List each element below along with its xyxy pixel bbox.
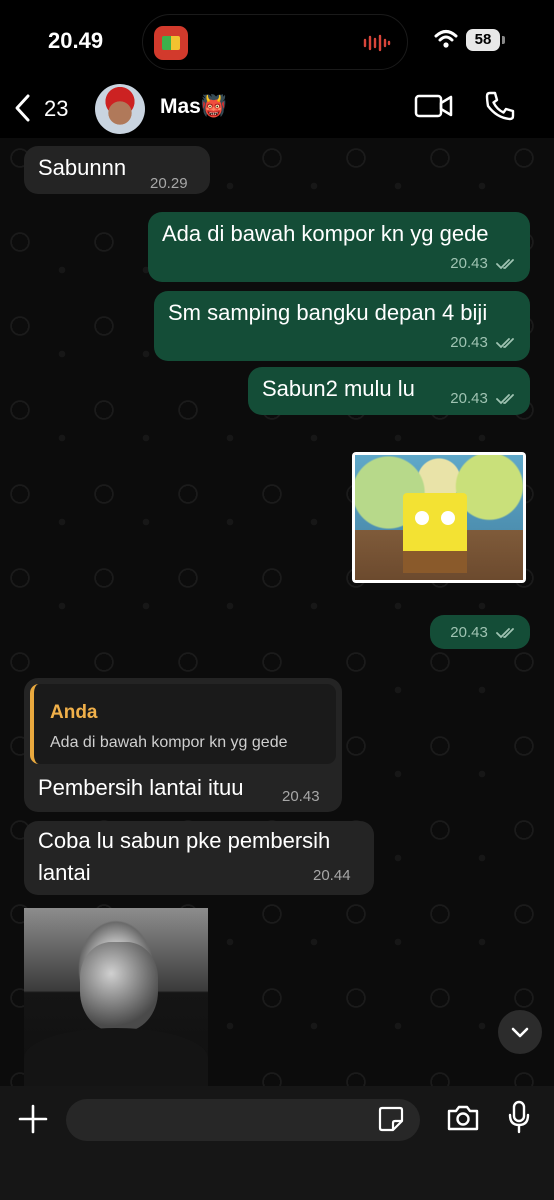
message-outgoing[interactable]: Sm samping bangku depan 4 biji 20.43: [154, 291, 530, 361]
portrait-body: [24, 1028, 208, 1086]
battery-indicator: 58: [466, 29, 500, 51]
portrait-face: [80, 942, 158, 1032]
message-input[interactable]: [66, 1099, 420, 1141]
message-time: 20.29: [150, 175, 188, 192]
chat-area[interactable]: Sabunnn 20.29 Ada di bawah kompor kn yg …: [0, 138, 554, 1086]
reply-text: Ada di bawah kompor kn yg gede: [50, 734, 288, 751]
message-text: Sabun2 mulu lu: [262, 376, 415, 401]
portrait-image-message[interactable]: [24, 908, 208, 1086]
message-time: 20.43: [450, 255, 488, 272]
status-time: 20.49: [48, 28, 104, 53]
chat-header: 23 Mas👹: [0, 82, 554, 138]
message-time: 20.44: [313, 867, 351, 884]
message-outgoing-time-only[interactable]: 20.43: [430, 615, 530, 649]
sticker-image-message[interactable]: [352, 452, 526, 583]
message-time: 20.43: [450, 334, 488, 351]
message-outgoing[interactable]: Sabun2 mulu lu 20.43: [248, 367, 530, 415]
message-text: Ada di bawah kompor kn yg gede: [162, 221, 489, 246]
message-text: Pembersih lantai ituu: [38, 775, 244, 800]
spongebob-figure: [403, 493, 467, 573]
battery-tip: [502, 36, 505, 44]
back-chevron-icon[interactable]: [12, 92, 32, 124]
message-incoming[interactable]: Sabunnn 20.29: [24, 146, 210, 194]
back-unread-count[interactable]: 23: [44, 96, 68, 122]
plus-icon[interactable]: [17, 1103, 49, 1135]
double-check-icon: [496, 259, 514, 270]
status-bar: 20.49 58: [0, 0, 554, 82]
reply-author: Anda: [50, 702, 98, 723]
quoted-reply[interactable]: Anda Ada di bawah kompor kn yg gede: [30, 684, 336, 764]
audio-waveform-icon: [363, 34, 391, 52]
message-time: 20.43: [450, 390, 488, 407]
double-check-icon: [496, 338, 514, 349]
microphone-icon[interactable]: [508, 1100, 530, 1136]
message-text: Sm samping bangku depan 4 biji: [168, 300, 488, 325]
camera-icon[interactable]: [446, 1104, 480, 1132]
message-time: 20.43: [450, 624, 488, 641]
live-activity-app-icon: [154, 26, 188, 60]
chevron-down-icon: [511, 1027, 529, 1038]
message-input-bar: [0, 1086, 554, 1200]
double-check-icon: [496, 628, 514, 639]
message-incoming-reply[interactable]: Anda Ada di bawah kompor kn yg gede Pemb…: [24, 678, 342, 812]
message-outgoing[interactable]: Ada di bawah kompor kn yg gede 20.43: [148, 212, 530, 282]
double-check-icon: [496, 394, 514, 405]
message-time: 20.43: [282, 788, 320, 805]
dynamic-island: [142, 14, 408, 70]
scroll-to-bottom-button[interactable]: [498, 1010, 542, 1054]
message-text: Sabunnn: [38, 155, 127, 180]
phone-call-icon[interactable]: [484, 90, 516, 122]
wifi-icon: [434, 30, 458, 48]
spongebob-sticker-image: [355, 455, 523, 580]
contact-name[interactable]: Mas👹: [160, 95, 227, 119]
contact-avatar[interactable]: [95, 84, 145, 134]
message-incoming[interactable]: Coba lu sabun pke pembersih lantai 20.44: [24, 821, 374, 895]
video-call-icon[interactable]: [414, 92, 454, 120]
sticker-icon[interactable]: [378, 1106, 404, 1132]
